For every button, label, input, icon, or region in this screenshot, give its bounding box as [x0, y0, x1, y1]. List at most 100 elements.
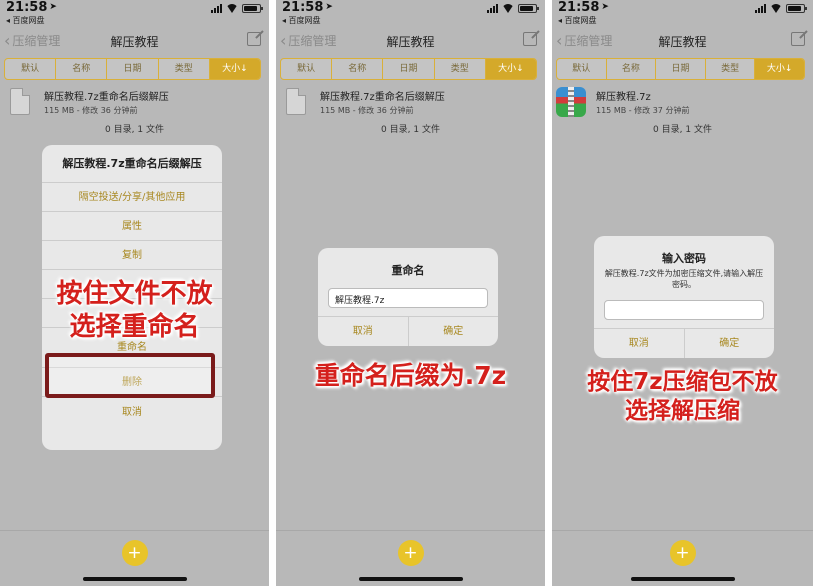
cancel-button[interactable]: 取消 — [594, 329, 685, 358]
home-indicator — [630, 577, 735, 581]
battery-icon — [518, 4, 539, 13]
edit-icon[interactable] — [791, 32, 805, 46]
home-indicator — [82, 577, 187, 581]
document-icon — [10, 88, 30, 115]
sort-tab-date[interactable]: 日期 — [656, 59, 706, 79]
file-meta: 115 MB - 修改 36 分钟前 — [44, 106, 138, 115]
bottom-bar: + — [0, 530, 269, 586]
sort-tabs: 默认 名称 日期 类型 大小↓ — [556, 58, 805, 80]
file-name: 解压教程.7z重命名后缀解压 — [44, 92, 169, 103]
archive-zip-icon — [556, 87, 586, 117]
sort-tab-type[interactable]: 类型 — [706, 59, 756, 79]
screen-rename-dialog: 21:58 ➤ ◂ 百度网盘 ‹ 压缩管理 解压教程 默认 名称 日期 类型 大小↓… — [276, 0, 545, 586]
sheet-item-cancel[interactable]: 取消 — [42, 397, 222, 429]
sheet-item-share[interactable]: 隔空投送/分享/其他应用 — [42, 183, 222, 212]
status-time: 21:58 ➤ — [558, 0, 609, 15]
rename-input[interactable]: 解压教程.7z — [328, 288, 488, 308]
nav-bar: ‹ 压缩管理 解压教程 — [0, 29, 269, 53]
nav-bar: ‹ 压缩管理 解压教程 — [276, 29, 545, 53]
status-bar: 21:58 ➤ ◂ 百度网盘 — [0, 0, 269, 26]
signal-icon — [211, 4, 222, 13]
back-to-app-link[interactable]: ◂ 百度网盘 — [558, 15, 597, 26]
battery-icon — [242, 4, 263, 13]
bottom-bar: + — [276, 530, 545, 586]
sort-tab-date[interactable]: 日期 — [107, 59, 159, 79]
sort-tab-default[interactable]: 默认 — [281, 59, 333, 79]
sort-tab-name[interactable]: 名称 — [332, 59, 384, 79]
sort-tab-name[interactable]: 名称 — [607, 59, 657, 79]
sort-tab-default[interactable]: 默认 — [557, 59, 607, 79]
rename-highlight-box — [45, 353, 215, 398]
add-button[interactable]: + — [397, 540, 424, 566]
sheet-item-properties[interactable]: 属性 — [42, 212, 222, 241]
file-meta: 115 MB - 修改 36 分钟前 — [320, 106, 414, 115]
sort-tab-type[interactable]: 类型 — [435, 59, 486, 79]
status-bar: 21:58 ➤ ◂ 百度网盘 — [276, 0, 545, 26]
instruction-caption: 按住文件不放 选择重命名 — [0, 278, 269, 343]
cancel-button[interactable]: 取消 — [318, 317, 409, 346]
location-arrow-icon: ➤ — [601, 2, 609, 12]
location-arrow-icon: ➤ — [325, 2, 333, 12]
sort-tabs: 默认 名称 日期 类型 大小↓ — [280, 58, 537, 80]
edit-icon[interactable] — [247, 32, 261, 46]
signal-icon — [487, 4, 498, 13]
file-count: 0 目录, 1 文件 — [653, 125, 712, 135]
instruction-caption-line-1: 按住7z压缩包不放 — [587, 369, 778, 395]
instruction-caption-line-2: 选择解压缩 — [625, 397, 740, 424]
page-title: 解压教程 — [386, 35, 435, 49]
instruction-caption-line-2: 选择重命名 — [69, 311, 200, 342]
sheet-item-copy[interactable]: 复制 — [42, 241, 222, 270]
page-title: 解压教程 — [110, 35, 159, 49]
file-name: 解压教程.7z — [596, 92, 651, 103]
sort-tabs: 默认 名称 日期 类型 大小↓ — [4, 58, 261, 80]
battery-icon — [786, 4, 807, 13]
rename-dialog-title: 重命名 — [391, 264, 425, 277]
sort-tab-type[interactable]: 类型 — [159, 59, 210, 79]
sort-tab-size[interactable]: 大小↓ — [485, 59, 536, 79]
confirm-button[interactable]: 确定 — [409, 317, 499, 346]
file-count: 0 目录, 1 文件 — [105, 125, 164, 135]
status-bar: 21:58 ➤ ◂ 百度网盘 — [552, 0, 813, 26]
file-row[interactable]: 解压教程.7z重命名后缀解压 115 MB - 修改 36 分钟前 0 目录, … — [0, 86, 269, 135]
wifi-icon — [770, 4, 782, 13]
password-input[interactable] — [604, 300, 764, 320]
edit-icon[interactable] — [523, 32, 537, 46]
rename-dialog: 重命名 解压教程.7z 取消 确定 — [318, 248, 498, 346]
file-row[interactable]: 解压教程.7z 115 MB - 修改 37 分钟前 0 目录, 1 文件 — [552, 86, 813, 135]
instruction-caption-line-1: 按住文件不放 — [56, 279, 213, 309]
instruction-caption: 重命名后缀为.7z — [314, 361, 507, 390]
dialog-buttons: 取消 确定 — [594, 328, 774, 358]
status-icons — [487, 4, 539, 13]
nav-bar: ‹ 压缩管理 解压教程 — [552, 29, 813, 53]
page-title: 解压教程 — [658, 35, 707, 49]
bottom-bar: + — [552, 530, 813, 586]
back-to-app-link[interactable]: ◂ 百度网盘 — [6, 15, 45, 26]
sort-tab-default[interactable]: 默认 — [5, 59, 57, 79]
add-button[interactable]: + — [121, 540, 148, 566]
status-icons — [755, 4, 807, 13]
file-row[interactable]: 解压教程.7z重命名后缀解压 115 MB - 修改 36 分钟前 0 目录, … — [276, 86, 545, 135]
action-sheet-title: 解压教程.7z重命名后缀解压 — [42, 145, 222, 183]
status-time: 21:58 ➤ — [6, 0, 57, 15]
sort-tab-name[interactable]: 名称 — [56, 59, 108, 79]
file-meta: 115 MB - 修改 37 分钟前 — [596, 106, 690, 115]
signal-icon — [755, 4, 766, 13]
status-icons — [211, 4, 263, 13]
password-dialog-title: 输入密码 — [662, 252, 706, 265]
sort-tab-size[interactable]: 大小↓ — [209, 59, 260, 79]
password-dialog-message: 解压教程.7z文件为加密压缩文件,请输入解压密码。 — [604, 269, 764, 289]
document-icon — [286, 88, 306, 115]
instruction-caption: 按住7z压缩包不放 选择解压缩 — [552, 368, 813, 426]
screen-password-dialog: 21:58 ➤ ◂ 百度网盘 ‹ 压缩管理 解压教程 默认 名称 日期 类型 大小↓… — [552, 0, 813, 586]
back-to-app-link[interactable]: ◂ 百度网盘 — [282, 15, 321, 26]
confirm-button[interactable]: 确定 — [685, 329, 775, 358]
sort-tab-date[interactable]: 日期 — [383, 59, 435, 79]
wifi-icon — [226, 4, 238, 13]
wifi-icon — [502, 4, 514, 13]
dialog-buttons: 取消 确定 — [318, 316, 498, 346]
screen-rename-menu: 21:58 ➤ ◂ 百度网盘 ‹ 压缩管理 解压教程 默认 名称 日期 类型 大小↓… — [0, 0, 269, 586]
add-button[interactable]: + — [669, 540, 696, 566]
sort-tab-size[interactable]: 大小↓ — [755, 59, 804, 79]
file-count: 0 目录, 1 文件 — [381, 125, 440, 135]
status-time: 21:58 ➤ — [282, 0, 333, 15]
